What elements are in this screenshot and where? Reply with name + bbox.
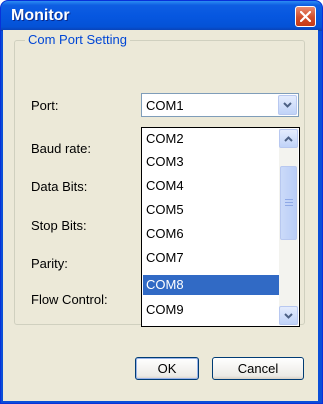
- scroll-up-button[interactable]: [279, 129, 298, 148]
- ok-button[interactable]: OK: [135, 357, 199, 380]
- port-dropdown-list[interactable]: COM2 COM3 COM4 COM5 COM6 COM7 COM8 COM9: [141, 127, 300, 327]
- port-option-com6[interactable]: COM6: [143, 224, 279, 244]
- port-dropdown-button[interactable]: [278, 95, 297, 115]
- chevron-down-icon: [284, 313, 293, 319]
- port-option-com4[interactable]: COM4: [143, 176, 279, 196]
- port-combobox[interactable]: COM1: [141, 93, 299, 117]
- thumb-grip-line: [285, 205, 293, 206]
- port-label: Port:: [31, 98, 59, 113]
- port-option-com5[interactable]: COM5: [143, 200, 279, 220]
- close-button[interactable]: [295, 6, 316, 27]
- thumb-grip-line: [285, 199, 293, 200]
- group-title: Com Port Setting: [25, 32, 130, 47]
- title-bar[interactable]: Monitor: [1, 1, 322, 31]
- scroll-thumb[interactable]: [280, 166, 297, 240]
- window-title: Monitor: [11, 7, 70, 24]
- port-combobox-value: COM1: [146, 98, 184, 113]
- data-bits-label: Data Bits:: [31, 179, 88, 194]
- flow-control-label: Flow Control:: [31, 292, 108, 307]
- close-icon: [300, 11, 311, 22]
- thumb-grip-line: [285, 202, 293, 203]
- scroll-down-button[interactable]: [279, 306, 298, 325]
- port-option-com9[interactable]: COM9: [143, 300, 279, 320]
- dropdown-scrollbar[interactable]: [279, 129, 298, 325]
- cancel-button[interactable]: Cancel: [212, 357, 304, 380]
- port-option-com3[interactable]: COM3: [143, 152, 279, 172]
- chevron-down-icon: [283, 102, 292, 108]
- port-option-com2[interactable]: COM2: [143, 129, 279, 149]
- stop-bits-label: Stop Bits:: [31, 218, 87, 233]
- parity-label: Parity:: [31, 256, 68, 271]
- port-option-com7[interactable]: COM7: [143, 248, 279, 268]
- chevron-up-icon: [284, 136, 293, 142]
- port-option-com8[interactable]: COM8: [143, 275, 279, 295]
- baud-rate-label: Baud rate:: [31, 141, 91, 156]
